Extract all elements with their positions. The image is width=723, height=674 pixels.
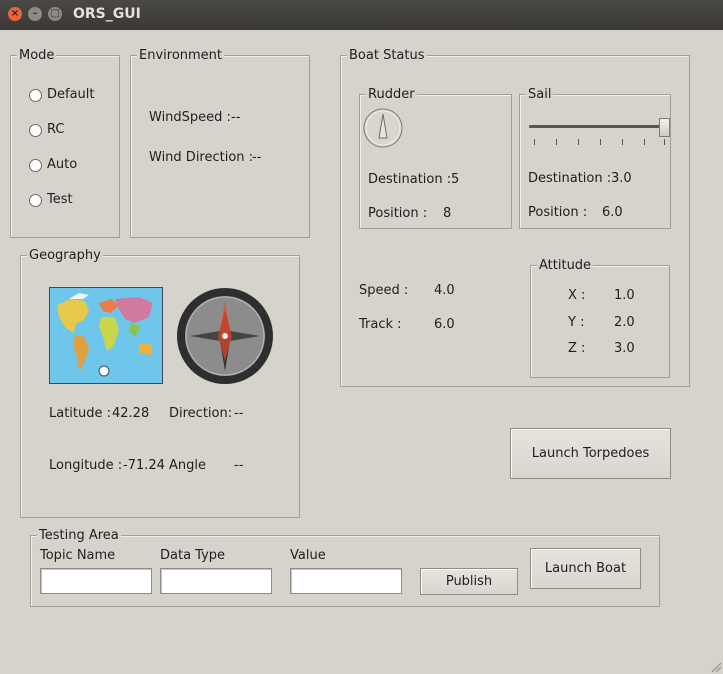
- rudder-destination-value: 5: [451, 172, 460, 187]
- rudder-destination-label: Destination :: [368, 172, 452, 187]
- resize-grip-icon[interactable]: [710, 661, 722, 673]
- slider-tick: [578, 139, 579, 145]
- rudder-dial-icon[interactable]: [363, 108, 403, 148]
- sail-destination-label: Destination :: [528, 171, 612, 186]
- sail-destination-value: 3.0: [611, 171, 632, 186]
- topic-name-label: Topic Name: [40, 548, 116, 563]
- wind-direction-label: Wind Direction :: [149, 150, 254, 165]
- slider-tick: [622, 139, 623, 145]
- rudder-position-label: Position :: [368, 206, 428, 221]
- latitude-value: 42.28: [112, 406, 150, 421]
- radio-test-label[interactable]: Test: [47, 192, 73, 208]
- latitude-label: Latitude :: [49, 406, 112, 421]
- value-label: Value: [290, 548, 326, 563]
- mode-group-title: Mode: [17, 48, 57, 63]
- slider-tick: [534, 139, 535, 145]
- attitude-y-value: 2.0: [614, 315, 635, 330]
- data-type-input[interactable]: [160, 568, 272, 594]
- sail-group-title: Sail: [526, 87, 554, 102]
- angle-label: Angle: [169, 458, 206, 473]
- radio-test[interactable]: [29, 194, 42, 207]
- mode-group: Mode: [10, 48, 120, 238]
- world-map-icon: [49, 287, 163, 384]
- data-type-label: Data Type: [160, 548, 226, 563]
- wind-direction-value: --: [252, 150, 262, 165]
- attitude-group-title: Attitude: [537, 258, 594, 273]
- wind-speed-label: WindSpeed :: [149, 110, 231, 125]
- longitude-label: Longitude :: [49, 458, 123, 473]
- publish-label: Publish: [445, 574, 493, 589]
- track-label: Track :: [359, 317, 402, 332]
- compass-icon: [177, 288, 273, 384]
- sail-position-label: Position :: [528, 205, 588, 220]
- slider-tick: [644, 139, 645, 145]
- rudder-group-title: Rudder: [366, 87, 417, 102]
- angle-value: --: [234, 458, 244, 473]
- attitude-x-value: 1.0: [614, 288, 635, 303]
- track-value: 6.0: [434, 317, 455, 332]
- window-title: ORS_GUI: [73, 6, 141, 22]
- attitude-group: Attitude: [530, 258, 670, 378]
- radio-default[interactable]: [29, 89, 42, 102]
- attitude-z-label: Z :: [568, 341, 586, 356]
- testing-area-title: Testing Area: [37, 528, 121, 543]
- speed-value: 4.0: [434, 283, 455, 298]
- wind-speed-value: --: [231, 110, 241, 125]
- environment-group-title: Environment: [137, 48, 225, 63]
- launch-boat-button[interactable]: Launch Boat: [530, 548, 641, 589]
- launch-torpedoes-button[interactable]: Launch Torpedoes: [510, 428, 671, 479]
- geography-group-title: Geography: [27, 248, 103, 263]
- radio-auto-label[interactable]: Auto: [47, 157, 77, 173]
- speed-label: Speed :: [359, 283, 409, 298]
- radio-auto[interactable]: [29, 159, 42, 172]
- slider-tick: [556, 139, 557, 145]
- launch-boat-label: Launch Boat: [544, 561, 627, 576]
- value-input[interactable]: [290, 568, 402, 594]
- maximize-window-button[interactable]: □: [48, 7, 62, 21]
- topic-name-input[interactable]: [40, 568, 152, 594]
- close-window-button[interactable]: ×: [8, 7, 22, 21]
- radio-default-label[interactable]: Default: [47, 87, 95, 103]
- rudder-position-value: 8: [443, 206, 452, 221]
- slider-tick: [664, 139, 665, 145]
- attitude-x-label: X :: [568, 288, 586, 303]
- attitude-y-label: Y :: [568, 315, 585, 330]
- radio-rc-label[interactable]: RC: [47, 122, 64, 138]
- sail-slider-track: [529, 125, 663, 128]
- attitude-z-value: 3.0: [614, 341, 635, 356]
- longitude-value: -71.24: [123, 458, 165, 473]
- slider-tick: [600, 139, 601, 145]
- direction-label: Direction:: [169, 406, 233, 421]
- radio-rc[interactable]: [29, 124, 42, 137]
- launch-torpedoes-label: Launch Torpedoes: [531, 446, 650, 461]
- title-bar: × – □ ORS_GUI: [0, 0, 723, 30]
- sail-slider-handle[interactable]: [659, 118, 670, 137]
- publish-button[interactable]: Publish: [420, 568, 518, 595]
- boat-status-group-title: Boat Status: [347, 48, 427, 63]
- direction-value: --: [234, 406, 244, 421]
- sail-slider[interactable]: [529, 116, 670, 146]
- minimize-window-button[interactable]: –: [28, 7, 42, 21]
- environment-group: Environment: [130, 48, 310, 238]
- sail-position-value: 6.0: [602, 205, 623, 220]
